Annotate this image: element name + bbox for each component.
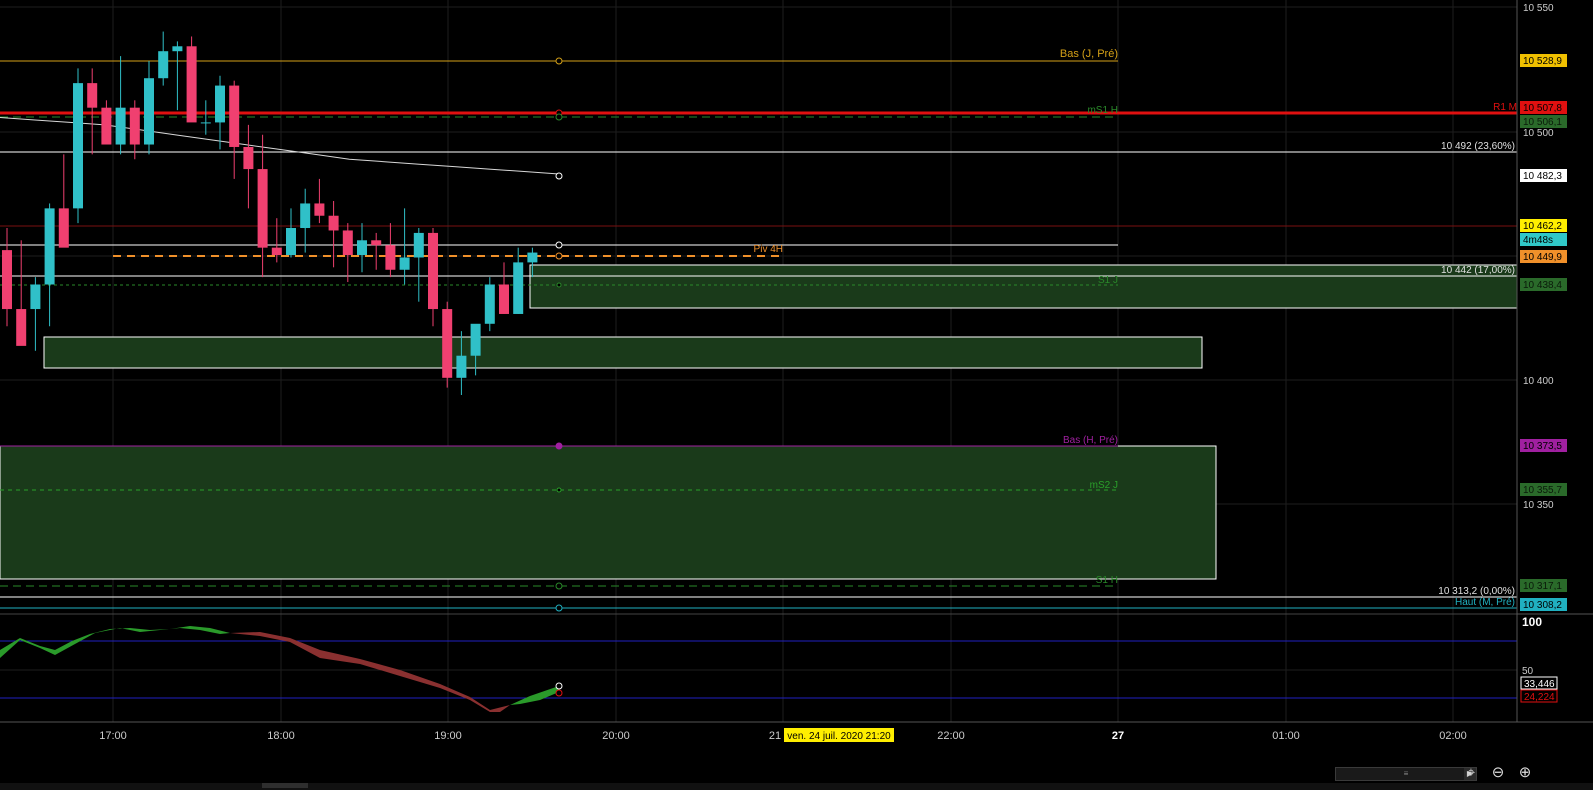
zoom-in-magnifier-icon[interactable]: ⊕ [1515, 763, 1535, 783]
price-badge-text: 10 308,2 [1523, 600, 1562, 611]
candle-body[interactable] [470, 323, 481, 356]
horizontal-scrollbar[interactable]: ≡ ▶ [1335, 767, 1477, 781]
candle-body[interactable] [399, 257, 410, 270]
candle-body[interactable] [30, 284, 41, 310]
candle-body[interactable] [499, 284, 509, 314]
label-fib-0: 10 313,2 (0,00%) [1438, 586, 1515, 597]
price-badge-text: 10 355,7 [1523, 485, 1562, 496]
price-tick-label: 10 550 [1523, 3, 1554, 14]
candle-body[interactable] [342, 230, 353, 256]
price-badge-text: 10 528,9 [1523, 56, 1562, 67]
price-badge-text: 10 438,4 [1523, 280, 1562, 291]
support-zone-lower [43, 336, 1203, 369]
label-r1m: R1 M [1493, 102, 1517, 113]
time-tick-label: 01:00 [1272, 730, 1300, 742]
candle-body[interactable] [172, 46, 183, 52]
price-badge-text: 10 507,8 [1523, 103, 1562, 114]
label-s1h: S1 H [1096, 575, 1118, 586]
osc-axis-50: 50 [1522, 666, 1534, 677]
osc-value-1: 33,446 [1524, 679, 1555, 690]
time-tick-label: 17:00 [99, 730, 127, 742]
label-ms1h: mS1 H [1087, 105, 1118, 116]
candle-body[interactable] [243, 146, 254, 170]
price-tick-label: 10 500 [1523, 128, 1554, 139]
scroll-thumb[interactable]: ≡ [1376, 770, 1436, 778]
time-tick-label: 19:00 [434, 730, 462, 742]
osc-value-2: 24,224 [1524, 692, 1555, 703]
price-badge-text: 4m48s [1523, 235, 1553, 246]
candle-body[interactable] [456, 355, 467, 378]
price-tick-label: 10 350 [1523, 500, 1554, 511]
label-haut-m-pre: Haut (M, Pré) [1455, 597, 1515, 608]
candle-body[interactable] [371, 240, 382, 246]
price-badge-text: 10 449,9 [1523, 252, 1562, 263]
time-tick-label: 18:00 [267, 730, 295, 742]
candle-body[interactable] [129, 107, 140, 145]
candle-body[interactable] [385, 245, 396, 270]
moving-average-line[interactable] [0, 117, 560, 175]
bottom-tab[interactable] [262, 783, 308, 788]
candle-body[interactable] [257, 169, 268, 248]
time-tick-label: 21 [769, 730, 781, 742]
candle-body[interactable] [2, 250, 12, 310]
oscillator-fill-green-end [510, 686, 559, 705]
label-piv-4h: Piv 4H [754, 244, 783, 255]
candle-body[interactable] [229, 85, 240, 147]
candle-body[interactable] [58, 208, 69, 248]
candle-body[interactable] [144, 78, 154, 145]
price-badge-text: 10 462,2 [1523, 221, 1562, 232]
candle-body[interactable] [428, 232, 438, 310]
candle-body[interactable] [413, 232, 424, 258]
label-ms2j: mS2 J [1090, 480, 1118, 491]
price-badge-text: 10 506,1 [1523, 117, 1562, 128]
label-fib-23: 10 492 (23,60%) [1441, 141, 1515, 152]
candle-body[interactable] [200, 122, 211, 124]
candle-body[interactable] [73, 83, 83, 209]
label-fib-17: 10 442 (17,00%) [1441, 265, 1515, 276]
price-badge-text: 10 373,5 [1523, 441, 1562, 452]
candle-body[interactable] [328, 215, 339, 231]
zoom-fit-icon[interactable]: ⌖ [1461, 763, 1481, 783]
price-tick-label: 10 400 [1523, 376, 1554, 387]
candle-body[interactable] [484, 284, 495, 324]
candle-body[interactable] [442, 309, 453, 378]
bottom-tab-strip [0, 783, 1593, 790]
trading-chart[interactable]: Bas (J, Pré) R1 M mS1 H 10 492 (23,60%) … [0, 0, 1593, 790]
candle-body[interactable] [115, 107, 126, 145]
candle-body[interactable] [186, 46, 197, 123]
candle-body[interactable] [527, 252, 538, 263]
support-zone-s1j [529, 264, 1518, 309]
candle-body[interactable] [300, 203, 311, 229]
osc-axis-100: 100 [1522, 615, 1542, 629]
time-tick-label: 02:00 [1439, 730, 1467, 742]
candle-body[interactable] [286, 228, 296, 256]
candle-body[interactable] [44, 208, 55, 285]
candle-body[interactable] [16, 309, 27, 346]
label-s1j: S1 J [1098, 275, 1118, 286]
zoom-out-magnifier-icon[interactable]: ⊖ [1488, 763, 1508, 783]
price-badge-text: 10 317,1 [1523, 581, 1562, 592]
candle-body[interactable] [513, 262, 524, 314]
candle-body[interactable] [271, 247, 282, 256]
label-bas-j-pre: Bas (J, Pré) [1060, 48, 1118, 60]
candle-body[interactable] [158, 51, 169, 79]
time-tick-label: 27 [1112, 730, 1124, 742]
candle-body[interactable] [314, 203, 325, 216]
candle-body[interactable] [215, 85, 225, 123]
time-cursor-label: ven. 24 juil. 2020 21:20 [787, 731, 891, 742]
price-badge-text: 10 482,3 [1523, 171, 1562, 182]
support-zone-bottom [0, 445, 1217, 580]
time-tick-label: 22:00 [937, 730, 965, 742]
time-tick-label: 20:00 [602, 730, 630, 742]
label-bas-h-pre: Bas (H, Pré) [1063, 435, 1118, 446]
oscillator-fill-red [230, 632, 510, 712]
oscillator-panel[interactable] [0, 613, 1517, 712]
oscillator-fill-green [0, 626, 230, 658]
candle-body[interactable] [357, 240, 367, 256]
candle-body[interactable] [101, 107, 112, 145]
candle-body[interactable] [87, 83, 98, 108]
time-tick-labels: 17:00 18:00 19:00 20:00 21 22:00 27 01:00 02:00 [99, 730, 1467, 742]
